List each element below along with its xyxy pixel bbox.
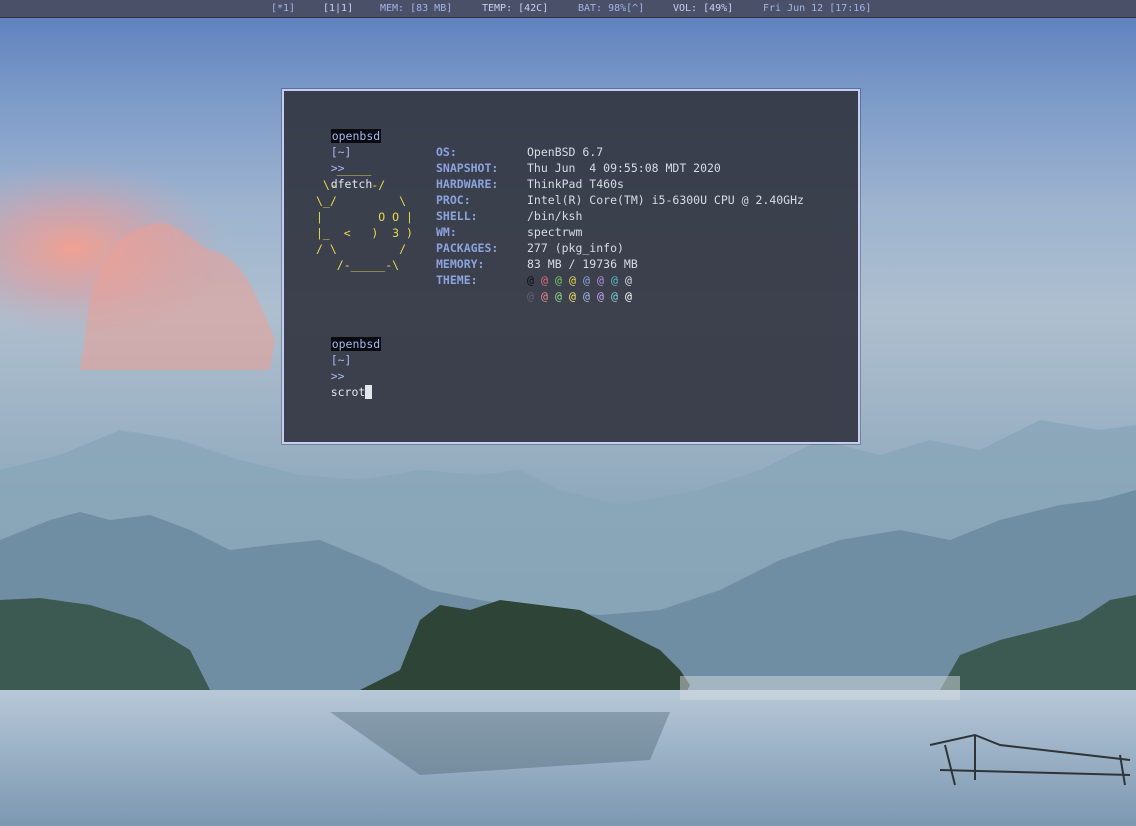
theme-color-swatch: @ xyxy=(611,273,618,287)
theme-color-swatch: @ xyxy=(625,289,632,303)
theme-colors-row-1: @ @ @ @ @ @ @ @ xyxy=(527,272,639,288)
info-value: 277 (pkg_info) xyxy=(527,241,624,255)
info-value: spectrwm xyxy=(527,225,583,239)
terminal-window[interactable]: openbsd [~] >> dfetch _____ \- -/ \_/ \ … xyxy=(282,89,860,444)
info-value: Thu Jun 4 09:55:08 MDT 2020 xyxy=(527,161,721,175)
info-key: SNAPSHOT: xyxy=(436,161,499,175)
theme-color-swatch: @ xyxy=(541,289,548,303)
theme-color-swatch: @ xyxy=(611,289,618,303)
info-value: Intel(R) Core(TM) i5-6300U CPU @ 2.40GHz xyxy=(527,193,804,207)
theme-color-swatch: @ xyxy=(597,273,604,287)
memory-status: MEM: [83 MB] xyxy=(380,3,453,14)
prompt-dir: [~] xyxy=(330,145,352,159)
prompt-line-2[interactable]: openbsd [~] >> scrot xyxy=(303,320,382,416)
temperature-status: TEMP: [42C] xyxy=(482,3,549,14)
theme-color-swatch: @ xyxy=(583,289,590,303)
prompt-host: openbsd xyxy=(330,129,382,143)
text-cursor xyxy=(365,385,373,399)
theme-color-swatch: @ xyxy=(555,289,562,303)
info-value: /bin/ksh xyxy=(527,209,583,223)
layout-indicator: [1|1] xyxy=(323,3,354,14)
info-value: ThinkPad T460s xyxy=(527,177,624,191)
info-key: PROC: xyxy=(436,193,471,207)
command-input[interactable]: scrot xyxy=(331,385,366,399)
theme-colors-row-2: @ @ @ @ @ @ @ @ xyxy=(527,288,639,304)
info-key: PACKAGES: xyxy=(436,241,499,255)
clock: Fri Jun 12 [17:16] xyxy=(763,3,872,14)
info-key: THEME: xyxy=(436,273,478,287)
theme-color-swatch: @ xyxy=(569,273,576,287)
info-key: HARDWARE: xyxy=(436,177,499,191)
theme-color-swatch: @ xyxy=(541,273,548,287)
workspace-indicator[interactable]: [*1] xyxy=(271,0,295,17)
info-key: OS: xyxy=(436,145,457,159)
theme-color-swatch: @ xyxy=(569,289,576,303)
battery-status: BAT: 98%[^] xyxy=(578,3,645,14)
theme-color-swatch: @ xyxy=(527,289,534,303)
theme-color-swatch: @ xyxy=(583,273,590,287)
prompt-host: openbsd xyxy=(330,337,382,351)
status-bar: [*1] [1|1] MEM: [83 MB] TEMP: [42C] BAT:… xyxy=(0,0,1136,18)
info-value: 83 MB / 19736 MB xyxy=(527,257,638,271)
puffy-ascii-art: _____ \- -/ \_/ \ | O O | |_ < ) 3 ) / \… xyxy=(316,162,413,272)
theme-color-swatch: @ xyxy=(555,273,562,287)
info-key: SHELL: xyxy=(436,209,478,223)
theme-color-swatch: @ xyxy=(527,273,534,287)
volume-status: VOL: [49%] xyxy=(673,3,734,14)
theme-color-swatch: @ xyxy=(597,289,604,303)
info-value: OpenBSD 6.7 xyxy=(527,145,604,159)
prompt-dir: [~] xyxy=(330,353,352,367)
theme-color-swatch: @ xyxy=(625,273,632,287)
prompt-arrow: >> xyxy=(330,369,345,383)
info-key: MEMORY: xyxy=(436,257,485,271)
info-key: WM: xyxy=(436,225,457,239)
